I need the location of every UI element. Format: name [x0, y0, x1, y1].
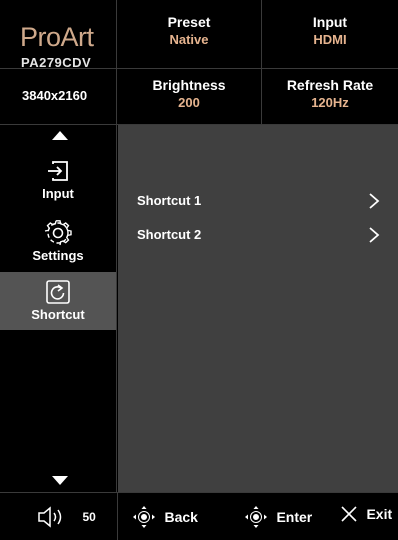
main-panel: Shortcut 1 Shortcut 2: [118, 125, 398, 492]
volume-value: 50: [82, 510, 96, 524]
row-label: Shortcut 1: [137, 193, 202, 208]
header: ProArt PA279CDV 3840x2160 Preset Native …: [0, 0, 398, 125]
exit-button[interactable]: Exit: [340, 505, 392, 529]
shortcut-1-row[interactable]: Shortcut 1: [118, 186, 398, 216]
enter-label: Enter: [276, 509, 313, 525]
enter-button[interactable]: Enter: [244, 505, 312, 529]
divider: [117, 68, 398, 69]
back-label: Back: [164, 509, 198, 525]
divider: [117, 493, 118, 540]
refresh-rate-info: Refresh Rate 120Hz: [262, 77, 398, 110]
refresh-rate-label: Refresh Rate: [286, 77, 374, 93]
sidebar-item-input[interactable]: Input: [0, 151, 116, 213]
sidebar-item-settings[interactable]: Settings: [0, 213, 116, 275]
exit-label: Exit: [366, 506, 393, 522]
osd-menu: ProArt PA279CDV 3840x2160 Preset Native …: [0, 0, 398, 540]
input-info: Input HDMI: [262, 14, 398, 47]
brand-cell: ProArt PA279CDV 3840x2160: [0, 0, 117, 124]
input-label: Input: [312, 14, 348, 30]
scroll-up-icon[interactable]: [52, 131, 68, 140]
divider: [0, 68, 116, 69]
input-icon: [48, 161, 68, 181]
preset-info: Preset Native: [117, 14, 261, 47]
preset-value: Native: [169, 32, 209, 47]
input-value: HDMI: [313, 32, 347, 47]
chevron-right-icon: [369, 227, 380, 243]
scroll-down-icon[interactable]: [52, 476, 68, 485]
sidebar-item-label: Settings: [32, 248, 84, 263]
resolution: 3840x2160: [22, 88, 88, 103]
sidebar-item-label: Input: [42, 186, 74, 201]
gear-icon: [44, 220, 72, 246]
joystick-left-icon: [133, 506, 155, 528]
brand-logo: ProArt: [20, 22, 94, 52]
refresh-rate-value: 120Hz: [311, 95, 349, 110]
back-button[interactable]: Back: [132, 505, 198, 529]
row-label: Shortcut 2: [137, 227, 202, 242]
sidebar: Input Settings Shortcut: [0, 125, 117, 492]
speaker-icon: [38, 506, 62, 528]
volume-indicator: 50: [36, 505, 96, 529]
sidebar-item-shortcut[interactable]: Shortcut: [0, 272, 116, 330]
footer: 50 Back Enter Exit: [0, 492, 398, 540]
shortcut-icon: [46, 280, 70, 304]
brightness-label: Brightness: [152, 77, 226, 93]
brightness-info: Brightness 200: [117, 77, 261, 110]
brightness-value: 200: [178, 95, 200, 110]
preset-label: Preset: [167, 14, 211, 30]
sidebar-item-label: Shortcut: [31, 307, 85, 322]
close-icon: [341, 506, 357, 522]
chevron-right-icon: [369, 193, 380, 209]
shortcut-2-row[interactable]: Shortcut 2: [118, 220, 398, 250]
divider: [261, 0, 262, 124]
joystick-press-icon: [245, 506, 267, 528]
